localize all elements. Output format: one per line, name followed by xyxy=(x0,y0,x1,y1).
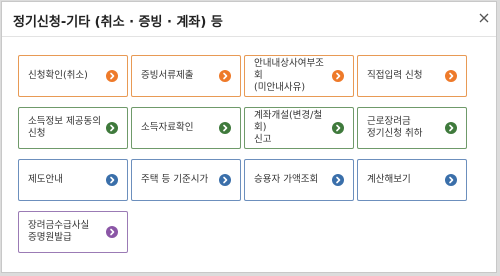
button-label: 계산해보기 xyxy=(367,174,411,185)
account-open-report-button[interactable]: 계좌개설(변경/철회) 신고 xyxy=(244,107,354,149)
button-label: 신청확인(취소) xyxy=(28,70,88,81)
notice-target-inquiry-button[interactable]: 안내내상사여부조회 (미안내사유) xyxy=(244,55,354,97)
chevron-right-circle-icon xyxy=(445,122,457,134)
application-check-button[interactable]: 신청확인(취소) xyxy=(18,55,128,97)
chevron-right-circle-icon xyxy=(106,174,118,186)
chevron-right-circle-icon xyxy=(332,174,344,186)
chevron-right-circle-icon xyxy=(219,70,231,82)
dialog-title: 정기신청-기타 (취소 · 증빙 · 계좌) 등 xyxy=(13,15,223,30)
button-label: 소득자료확인 xyxy=(141,122,194,133)
button-label: 안내내상사여부조회 (미안내사유) xyxy=(254,58,324,93)
chevron-right-circle-icon xyxy=(106,226,118,238)
calculate-button[interactable]: 계산해보기 xyxy=(357,159,467,201)
evidence-submit-button[interactable]: 증빙서류제출 xyxy=(131,55,241,97)
chevron-right-circle-icon xyxy=(332,70,344,82)
direct-input-apply-button[interactable]: 직접입력 신청 xyxy=(357,55,467,97)
income-info-consent-button[interactable]: 소득정보 제공동의 신청 xyxy=(18,107,128,149)
chevron-right-circle-icon xyxy=(106,70,118,82)
income-data-check-button[interactable]: 소득자료확인 xyxy=(131,107,241,149)
button-label: 주택 등 기준시가 xyxy=(141,174,209,185)
button-label: 직접입력 신청 xyxy=(367,70,423,81)
chevron-right-circle-icon xyxy=(106,122,118,134)
chevron-right-circle-icon xyxy=(219,174,231,186)
title-divider xyxy=(2,36,496,37)
button-label: 소득정보 제공동의 신청 xyxy=(28,116,101,139)
chevron-right-circle-icon xyxy=(445,70,457,82)
button-label: 승용자 가액조회 xyxy=(254,174,319,185)
button-label: 계좌개설(변경/철회) 신고 xyxy=(254,110,323,145)
chevron-right-circle-icon xyxy=(332,122,344,134)
chevron-right-circle-icon xyxy=(445,174,457,186)
chevron-right-circle-icon xyxy=(219,122,231,134)
button-label: 제도안내 xyxy=(28,174,63,185)
incentive-withdraw-button[interactable]: 근로장려금 정기신청 취하 xyxy=(357,107,467,149)
housing-price-button[interactable]: 주택 등 기준시가 xyxy=(131,159,241,201)
car-value-inquiry-button[interactable]: 승용자 가액조회 xyxy=(244,159,354,201)
certificate-issue-button[interactable]: 장려금수급사실 증명원발급 xyxy=(18,211,128,253)
button-label: 장려금수급사실 증명원발급 xyxy=(28,220,90,243)
close-icon[interactable] xyxy=(476,10,492,26)
dialog: 정기신청-기타 (취소 · 증빙 · 계좌) 등 신청확인(취소) 증빙서류제출 안… xyxy=(1,1,497,273)
button-label: 근로장려금 정기신청 취하 xyxy=(367,116,423,139)
button-label: 증빙서류제출 xyxy=(141,70,194,81)
system-guide-button[interactable]: 제도안내 xyxy=(18,159,128,201)
